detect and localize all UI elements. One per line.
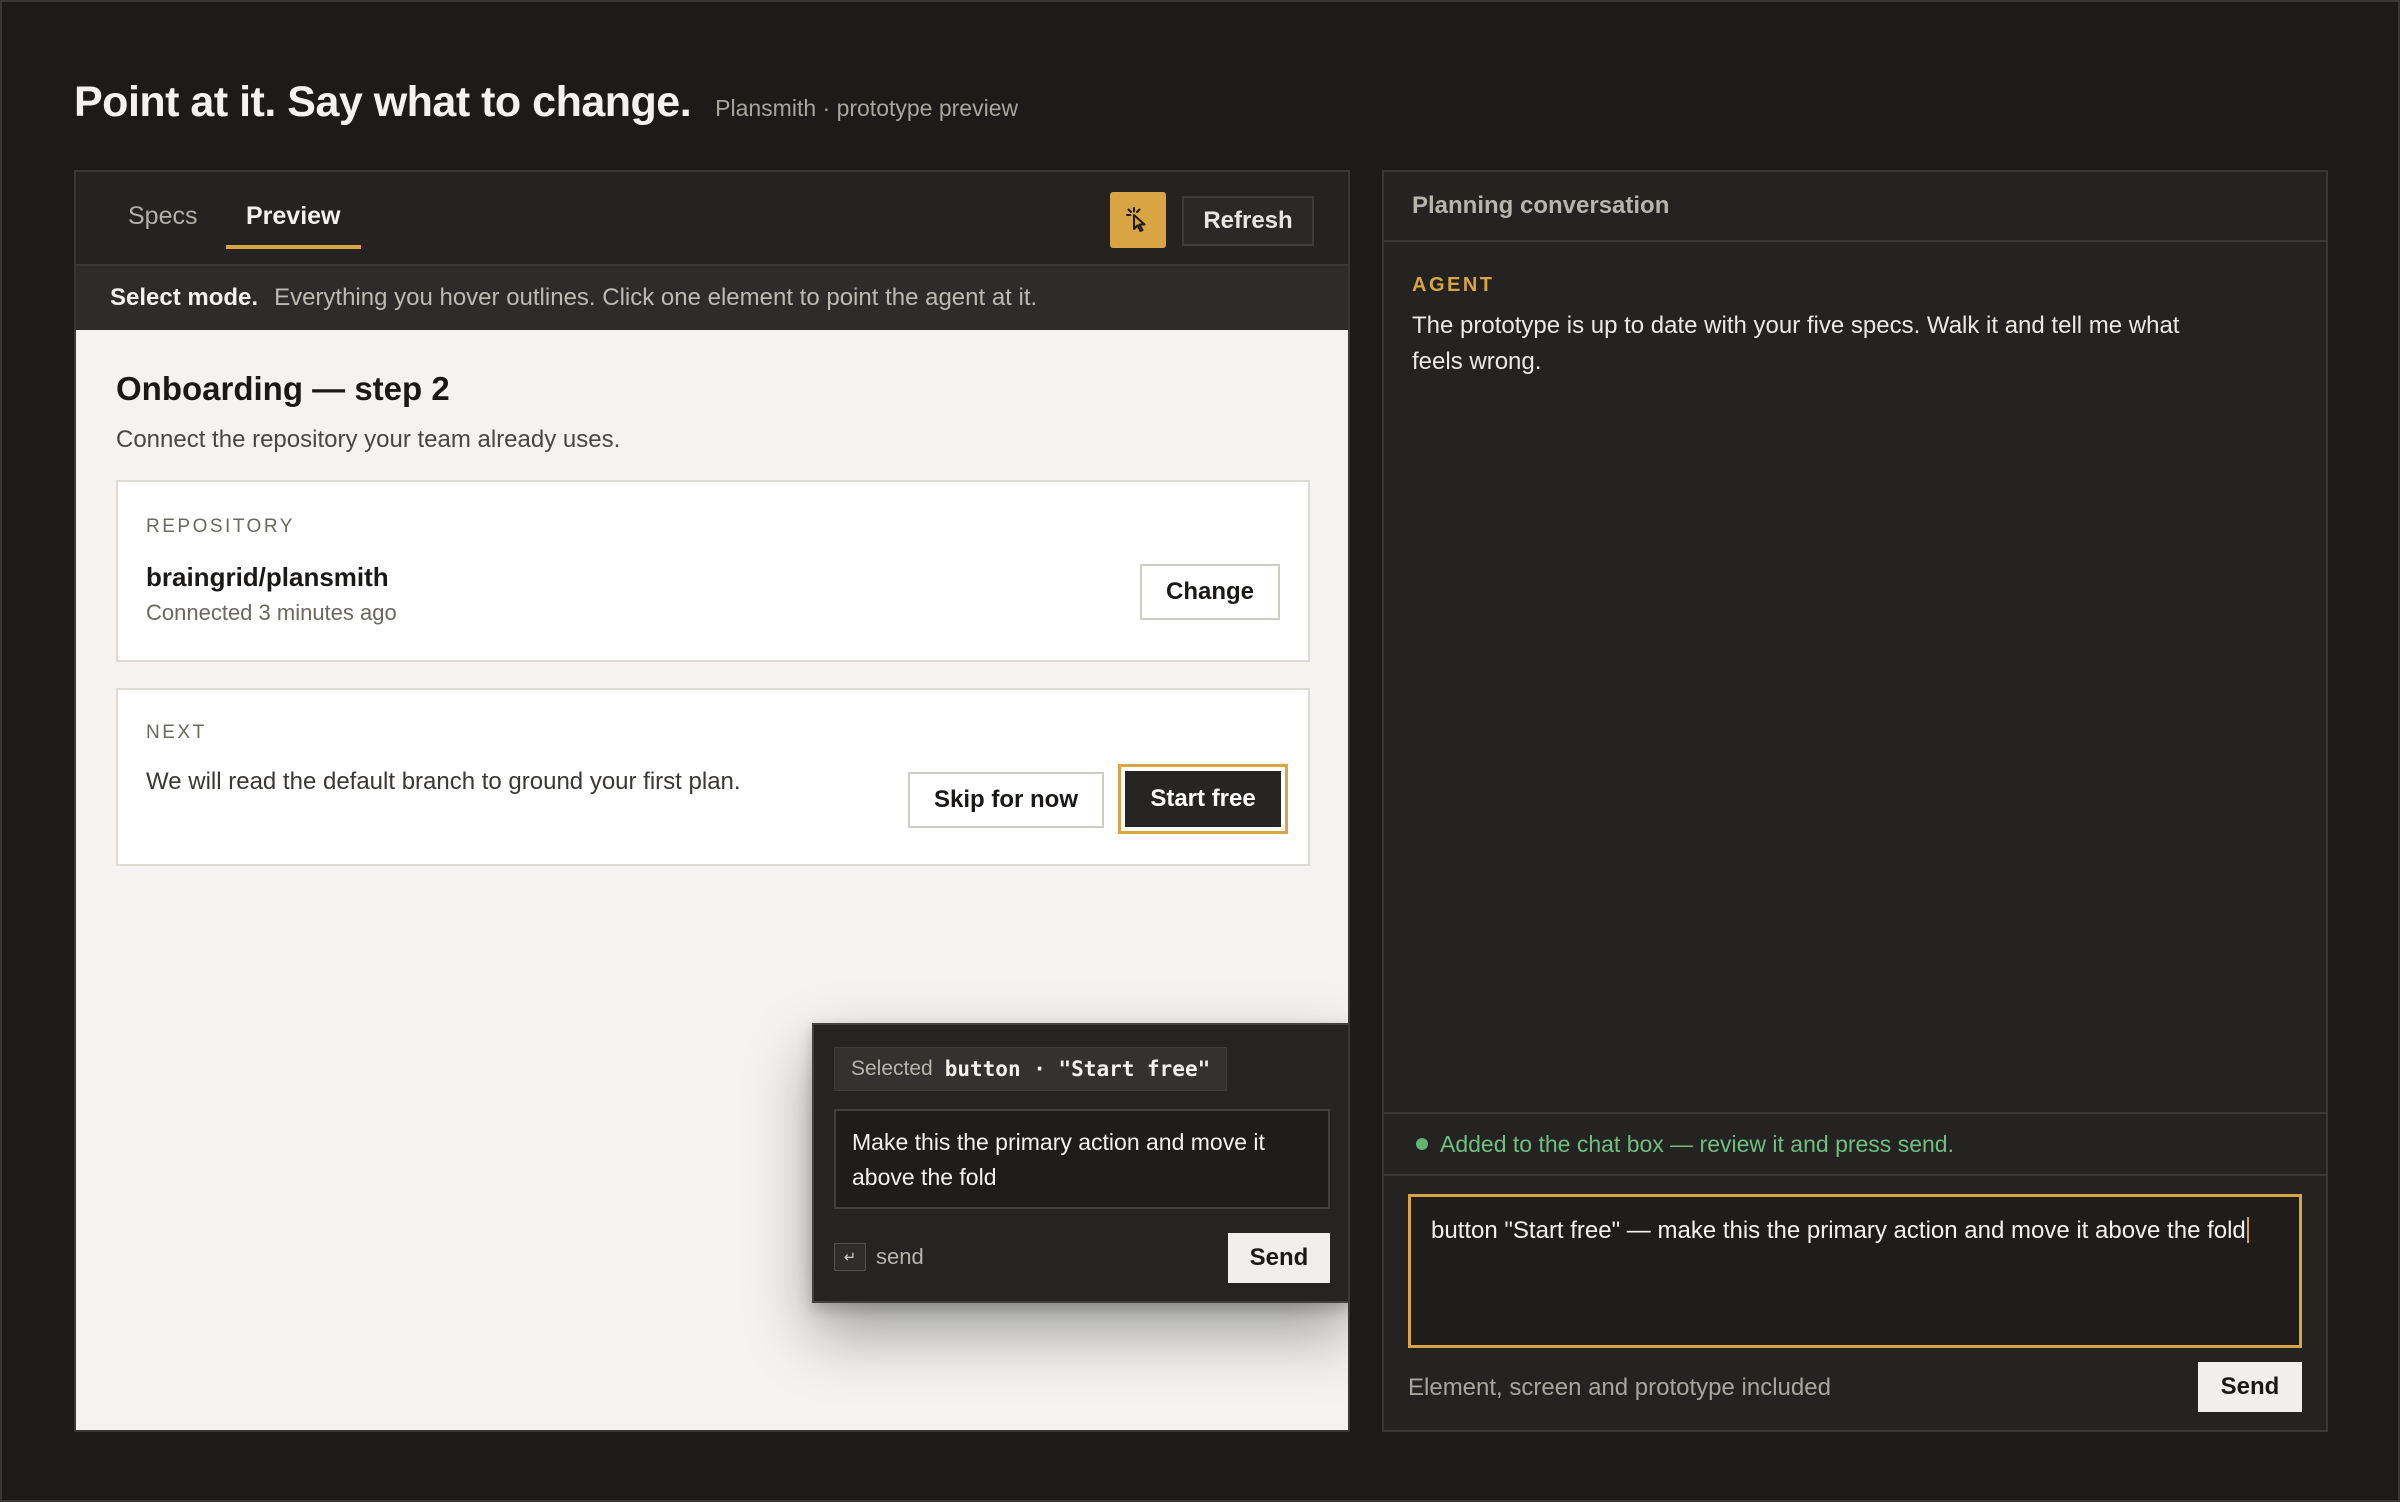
mode-label: Select mode.: [110, 284, 259, 311]
pointer-select-icon: [1126, 207, 1146, 232]
context-included-note: Element, screen and prototype included: [1408, 1374, 1831, 1401]
agent-message: The prototype is up to date with your fi…: [1412, 312, 2180, 375]
repository-name: braingrid/plansmith: [146, 562, 389, 592]
chat-status-bar: Added to the chat box — review it and pr…: [1384, 1112, 2326, 1176]
refresh-button[interactable]: Refresh: [1182, 196, 1314, 246]
chat-input-text: button "Start free" — make this the prim…: [1431, 1217, 2246, 1244]
next-description: We will read the default branch to groun…: [146, 768, 741, 795]
skip-for-now-button[interactable]: Skip for now: [908, 772, 1104, 828]
next-card: NEXT We will read the default branch to …: [116, 688, 1310, 866]
next-label: NEXT: [146, 722, 207, 743]
enter-key-icon: ↵: [834, 1243, 866, 1271]
mode-description: Everything you hover outlines. Click one…: [274, 284, 1038, 311]
status-dot-icon: [1416, 1138, 1428, 1150]
select-mode-banner: Select mode. Everything you hover outlin…: [76, 266, 1348, 330]
preview-subtitle: Connect the repository your team already…: [116, 426, 621, 453]
tab-preview[interactable]: Preview: [226, 202, 361, 249]
agent-label: AGENT: [1412, 274, 1495, 296]
selected-element-code: button · "Start free": [944, 1057, 1211, 1081]
page-header: Point at it. Say what to change. Plansmi…: [74, 78, 1018, 127]
change-request-input[interactable]: Make this the primary action and move it…: [834, 1109, 1330, 1209]
chat-message-input[interactable]: button "Start free" — make this the prim…: [1408, 1194, 2302, 1348]
preview-title: Onboarding — step 2: [116, 370, 450, 407]
repository-status: Connected 3 minutes ago: [146, 600, 397, 625]
repository-card: REPOSITORY braingrid/plansmith Connected…: [116, 480, 1310, 662]
chat-status-text: Added to the chat box — review it and pr…: [1440, 1130, 1954, 1157]
page-title: Point at it. Say what to change.: [74, 78, 692, 126]
start-free-button[interactable]: Start free: [1125, 771, 1281, 827]
select-mode-button[interactable]: [1110, 192, 1166, 248]
element-edit-popover: Selected button · "Start free" Make this…: [812, 1023, 1348, 1303]
start-free-button-selected[interactable]: Start free: [1118, 764, 1288, 834]
change-repository-button[interactable]: Change: [1140, 564, 1280, 620]
prototype-panel: Specs Preview Refresh Select mode. Every…: [74, 170, 1350, 1432]
selected-element-chip: Selected button · "Start free": [834, 1047, 1228, 1091]
send-hint-label: send: [876, 1244, 924, 1269]
repository-label: REPOSITORY: [146, 516, 295, 537]
tab-specs[interactable]: Specs: [128, 202, 197, 249]
conversation-header: Planning conversation: [1384, 172, 2326, 242]
popover-send-button[interactable]: Send: [1228, 1233, 1330, 1283]
tab-bar: Specs Preview Refresh: [76, 172, 1348, 266]
planning-conversation-panel: Planning conversation AGENT The prototyp…: [1382, 170, 2328, 1432]
selected-label: Selected: [851, 1057, 933, 1080]
page-subtitle: Plansmith · prototype preview: [715, 95, 1019, 121]
chat-send-button[interactable]: Send: [2198, 1362, 2302, 1412]
send-hint: ↵ send: [834, 1243, 924, 1271]
text-caret: [2246, 1217, 2249, 1243]
